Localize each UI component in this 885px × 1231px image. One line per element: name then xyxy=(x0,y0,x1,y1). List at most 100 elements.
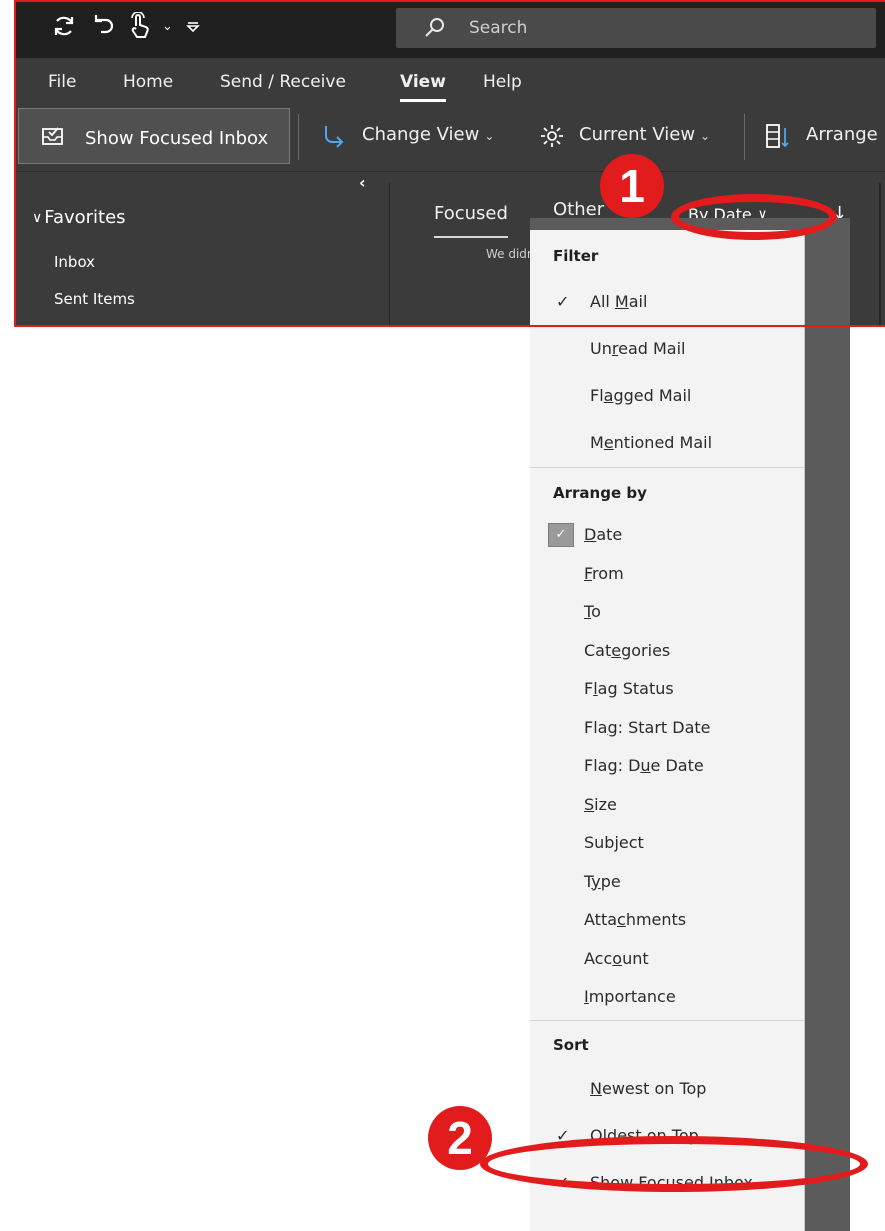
menu-item-access-key: T xyxy=(584,602,592,621)
menu-item-newest-on-top[interactable]: Newest on Top xyxy=(590,1079,706,1098)
tab-home[interactable]: Home xyxy=(123,72,173,92)
change-view-button[interactable]: Change View ⌄ xyxy=(362,124,494,145)
step-badge-2: 2 xyxy=(428,1106,492,1170)
arrange-button[interactable]: Arrange xyxy=(806,124,878,145)
favorites-label: Favorites xyxy=(44,207,126,228)
step-badge-1: 1 xyxy=(600,154,664,218)
sync-icon[interactable] xyxy=(50,12,78,40)
menu-item-importance[interactable]: Importance xyxy=(584,987,676,1006)
menu-item-access-key: o xyxy=(612,948,623,968)
change-view-icon xyxy=(325,126,344,148)
show-focused-inbox-button[interactable]: Show Focused Inbox xyxy=(18,108,290,164)
menu-item-label: Sho xyxy=(590,1173,621,1192)
menu-item-access-key: N xyxy=(590,1079,602,1098)
menu-item-size[interactable]: Size xyxy=(584,795,617,814)
menu-item-oldest-on-top[interactable]: Oldest on Top xyxy=(590,1126,699,1145)
menu-item-label: O xyxy=(590,1126,603,1145)
quick-access-toolbar: ⌄ xyxy=(50,12,201,40)
gear-icon xyxy=(541,125,563,147)
folder-sent-items[interactable]: Sent Items xyxy=(54,290,135,308)
menu-item-flag-status[interactable]: Flag Status xyxy=(584,679,674,698)
menu-item-access-key: S xyxy=(584,794,595,814)
menu-item-label: ntioned Mail xyxy=(613,433,713,452)
menu-item-label: All xyxy=(590,292,615,311)
search-placeholder: Search xyxy=(469,18,528,38)
menu-item-account[interactable]: Account xyxy=(584,949,649,968)
tab-other[interactable]: Other xyxy=(553,199,604,220)
menu-item-label: M xyxy=(590,433,604,452)
menu-item-type[interactable]: Type xyxy=(584,872,621,891)
menu-item-access-key: e xyxy=(611,640,622,660)
collapse-folder-pane-icon[interactable]: ‹ xyxy=(359,173,366,192)
menu-item-label: gories xyxy=(621,640,671,660)
empty-list-notice: We didn xyxy=(486,247,535,261)
current-view-button[interactable]: Current View ⌄ xyxy=(579,124,710,145)
menu-item-label: Flag: D xyxy=(584,756,641,775)
tab-file[interactable]: File xyxy=(48,72,76,92)
menu-item-label: unt xyxy=(622,948,649,968)
menu-item-label: ect xyxy=(618,833,644,852)
checkmark-icon: ✓ xyxy=(548,523,574,547)
menu-item-access-key: F xyxy=(584,563,593,583)
tab-view[interactable]: View xyxy=(400,72,446,102)
menu-item-label: Sub xyxy=(584,833,615,852)
chevron-down-icon[interactable]: ⌄ xyxy=(162,19,173,34)
undo-icon[interactable] xyxy=(90,12,116,40)
show-focused-inbox-label: Show Focused Inbox xyxy=(85,128,269,149)
favorites-header[interactable]: ∨ Favorites xyxy=(32,207,126,228)
menu-item-label: Acc xyxy=(584,948,613,968)
menu-item-access-key: D xyxy=(584,525,597,544)
menu-item-categories[interactable]: Categories xyxy=(584,641,670,660)
menu-item-access-key: w xyxy=(620,1173,634,1192)
menu-item-label: o xyxy=(591,602,601,621)
menu-item-access-key: u xyxy=(640,756,651,775)
menu-item-label: Fla xyxy=(584,717,608,737)
tab-send-receive[interactable]: Send / Receive xyxy=(220,72,346,92)
menu-item-subject[interactable]: Subject xyxy=(584,833,644,852)
menu-item-label: ewest on Top xyxy=(601,1079,707,1098)
menu-item-to[interactable]: To xyxy=(584,602,601,621)
menu-item-access-key: c xyxy=(617,910,626,929)
menu-item-label: hments xyxy=(625,910,687,929)
touch-mode-icon[interactable] xyxy=(128,12,150,40)
checkmark-icon: ✓ xyxy=(556,292,570,311)
menu-item-date[interactable]: Date xyxy=(584,525,622,544)
menu-item-all-mail[interactable]: All Mail xyxy=(590,292,647,311)
sort-header: Sort xyxy=(553,1036,589,1054)
menu-item-label: mportance xyxy=(588,987,676,1006)
tab-focused[interactable]: Focused xyxy=(434,203,508,238)
menu-item-flag-start-date[interactable]: Flag: Start Date xyxy=(584,718,711,737)
chevron-down-icon: ∨ xyxy=(32,209,43,226)
menu-item-label: ail xyxy=(628,292,648,311)
menu-item-label: dest on Top xyxy=(607,1126,699,1145)
menu-item-label: Un xyxy=(590,339,612,358)
menu-item-flag-due-date[interactable]: Flag: Due Date xyxy=(584,756,704,775)
menu-item-show-focused-inbox[interactable]: Show Focused Inbox xyxy=(590,1173,753,1192)
menu-item-unread-mail[interactable]: Unread Mail xyxy=(590,339,685,358)
pane-divider xyxy=(879,183,881,327)
menu-item-label: Focused Inbox xyxy=(633,1173,753,1192)
menu-item-label: Atta xyxy=(584,910,618,929)
menu-item-mentioned-mail[interactable]: Mentioned Mail xyxy=(590,433,712,452)
menu-item-label: ate xyxy=(596,525,623,544)
focused-inbox-icon xyxy=(42,127,63,145)
arrange-icon xyxy=(766,124,789,148)
menu-item-label: Cat xyxy=(584,640,612,660)
arrange-by-menu: Filter All Mail ✓ Unread Mail Flagged Mail M… xyxy=(530,230,805,1231)
filter-header: Filter xyxy=(553,247,599,265)
menu-item-label: F xyxy=(584,679,594,698)
menu-item-flagged-mail[interactable]: Flagged Mail xyxy=(590,386,691,405)
folder-inbox[interactable]: Inbox xyxy=(54,253,95,271)
menu-item-access-key: a xyxy=(603,386,614,405)
menu-item-from[interactable]: From xyxy=(584,564,624,583)
menu-item-label: ead Mail xyxy=(618,339,686,358)
menu-divider xyxy=(530,467,804,468)
tab-help[interactable]: Help xyxy=(483,72,522,92)
menu-item-attachments[interactable]: Attachments xyxy=(584,910,686,929)
chevron-down-icon: ⌄ xyxy=(484,129,495,143)
customize-qat-icon[interactable] xyxy=(185,18,201,34)
menu-item-label: : Start Date xyxy=(617,717,711,737)
menu-item-label: pe xyxy=(600,871,621,891)
search-input[interactable]: Search xyxy=(396,8,876,48)
arrange-by-header: Arrange by xyxy=(553,484,647,502)
